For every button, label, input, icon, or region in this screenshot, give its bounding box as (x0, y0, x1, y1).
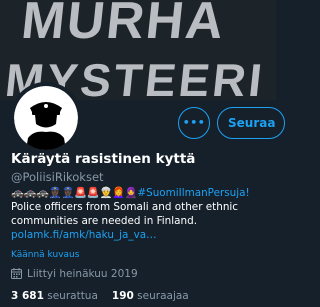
followers-count: 190 (111, 290, 134, 302)
joined-label: Liittyi heinäkuu 2019 (27, 268, 138, 280)
translate-bio-link[interactable]: Käännä kuvaus (11, 250, 79, 260)
bio-link[interactable]: polamk.fi/amk/haku_ja_va… (11, 228, 273, 242)
profile-handle: @PoliisiRikokset (11, 170, 104, 184)
profile-stats: 3 681 seurattua 190 seuraajaa (11, 290, 189, 302)
bio-emojis: 🚓🚓🚓👮🏿👮🏿🚨🚨👳👩‍🦰🧕 (11, 187, 138, 199)
more-dots-icon: ••• (182, 116, 206, 129)
followers-stat[interactable]: 190 seuraajaa (112, 290, 189, 302)
profile-bio: 🚓🚓🚓👮🏿👮🏿🚨🚨👳👩‍🦰🧕#SuomiIlmanPersuja! Police… (11, 186, 273, 242)
bio-text: Police officers from Somali and other et… (11, 201, 239, 227)
followers-label: seuraajaa (137, 290, 189, 302)
profile-name: Käräytä rasistinen kyttä (11, 151, 196, 167)
profile-avatar[interactable] (10, 82, 82, 154)
follow-button[interactable]: Seuraa (217, 107, 285, 139)
bio-hashtag[interactable]: #SuomiIlmanPersuja! (137, 187, 249, 199)
more-options-button[interactable]: ••• (178, 107, 210, 139)
following-stat[interactable]: 3 681 seurattua (11, 290, 98, 302)
following-count: 3 681 (11, 290, 44, 302)
following-label: seurattua (47, 290, 98, 302)
calendar-icon (11, 268, 22, 282)
joined-date: Liittyi heinäkuu 2019 (11, 268, 138, 282)
